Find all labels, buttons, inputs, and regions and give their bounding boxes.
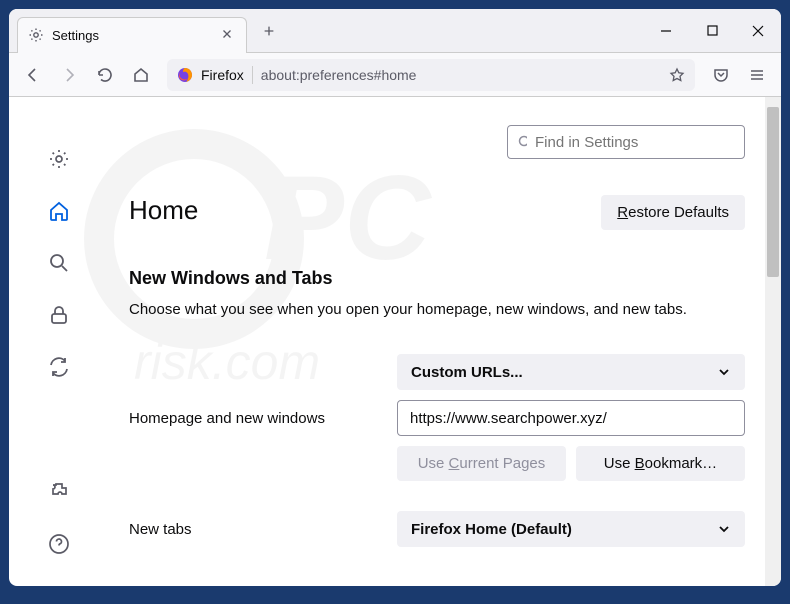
forward-button[interactable] bbox=[53, 59, 85, 91]
bookmark-star-icon[interactable] bbox=[669, 67, 685, 83]
select-value: Firefox Home (Default) bbox=[411, 521, 572, 538]
sidebar bbox=[9, 97, 109, 586]
sidebar-help-icon[interactable] bbox=[47, 532, 71, 556]
back-button[interactable] bbox=[17, 59, 49, 91]
homepage-mode-select[interactable]: Custom URLs... bbox=[397, 354, 745, 390]
restore-defaults-button[interactable]: Restore Defaults bbox=[601, 195, 745, 230]
main-panel: Home Restore Defaults New Windows and Ta… bbox=[109, 97, 781, 586]
tab-settings[interactable]: Settings bbox=[17, 17, 247, 53]
titlebar: Settings bbox=[9, 9, 781, 53]
close-icon[interactable] bbox=[220, 27, 236, 43]
newtabs-select[interactable]: Firefox Home (Default) bbox=[397, 511, 745, 547]
minimize-button[interactable] bbox=[643, 9, 689, 53]
find-input[interactable] bbox=[535, 134, 734, 151]
menu-button[interactable] bbox=[741, 59, 773, 91]
select-value: Custom URLs... bbox=[411, 364, 523, 381]
new-tab-button[interactable] bbox=[255, 17, 283, 45]
firefox-icon bbox=[177, 67, 193, 83]
url-divider bbox=[252, 66, 253, 84]
toolbar: Firefox about:preferences#home bbox=[9, 53, 781, 97]
sidebar-sync-icon[interactable] bbox=[47, 355, 71, 379]
search-icon bbox=[518, 135, 527, 149]
sidebar-search-icon[interactable] bbox=[47, 251, 71, 275]
section-desc: Choose what you see when you open your h… bbox=[129, 299, 745, 320]
newtabs-label: New tabs bbox=[129, 521, 377, 538]
tab-label: Settings bbox=[52, 28, 220, 43]
close-window-button[interactable] bbox=[735, 9, 781, 53]
homepage-url-input[interactable] bbox=[397, 400, 745, 436]
gear-icon bbox=[28, 27, 44, 43]
pocket-icon[interactable] bbox=[705, 59, 737, 91]
use-bookmark-button[interactable]: Use Bookmark… bbox=[576, 446, 745, 481]
chevron-down-icon bbox=[717, 522, 731, 536]
use-current-pages-button[interactable]: Use Current Pages bbox=[397, 446, 566, 481]
page-title: Home bbox=[129, 195, 198, 226]
window-controls bbox=[643, 9, 781, 53]
sidebar-home-icon[interactable] bbox=[47, 199, 71, 223]
sidebar-privacy-icon[interactable] bbox=[47, 303, 71, 327]
url-text: about:preferences#home bbox=[261, 67, 661, 83]
home-button[interactable] bbox=[125, 59, 157, 91]
sidebar-extensions-icon[interactable] bbox=[47, 480, 71, 504]
url-prefix: Firefox bbox=[201, 67, 244, 83]
browser-window: PCrisk.com Settings bbox=[9, 9, 781, 586]
content-area: Home Restore Defaults New Windows and Ta… bbox=[9, 97, 781, 586]
section-title: New Windows and Tabs bbox=[129, 268, 745, 289]
find-in-settings[interactable] bbox=[507, 125, 745, 159]
url-bar[interactable]: Firefox about:preferences#home bbox=[167, 59, 695, 91]
chevron-down-icon bbox=[717, 365, 731, 379]
reload-button[interactable] bbox=[89, 59, 121, 91]
sidebar-general-icon[interactable] bbox=[47, 147, 71, 171]
maximize-button[interactable] bbox=[689, 9, 735, 53]
homepage-label: Homepage and new windows bbox=[129, 410, 377, 427]
